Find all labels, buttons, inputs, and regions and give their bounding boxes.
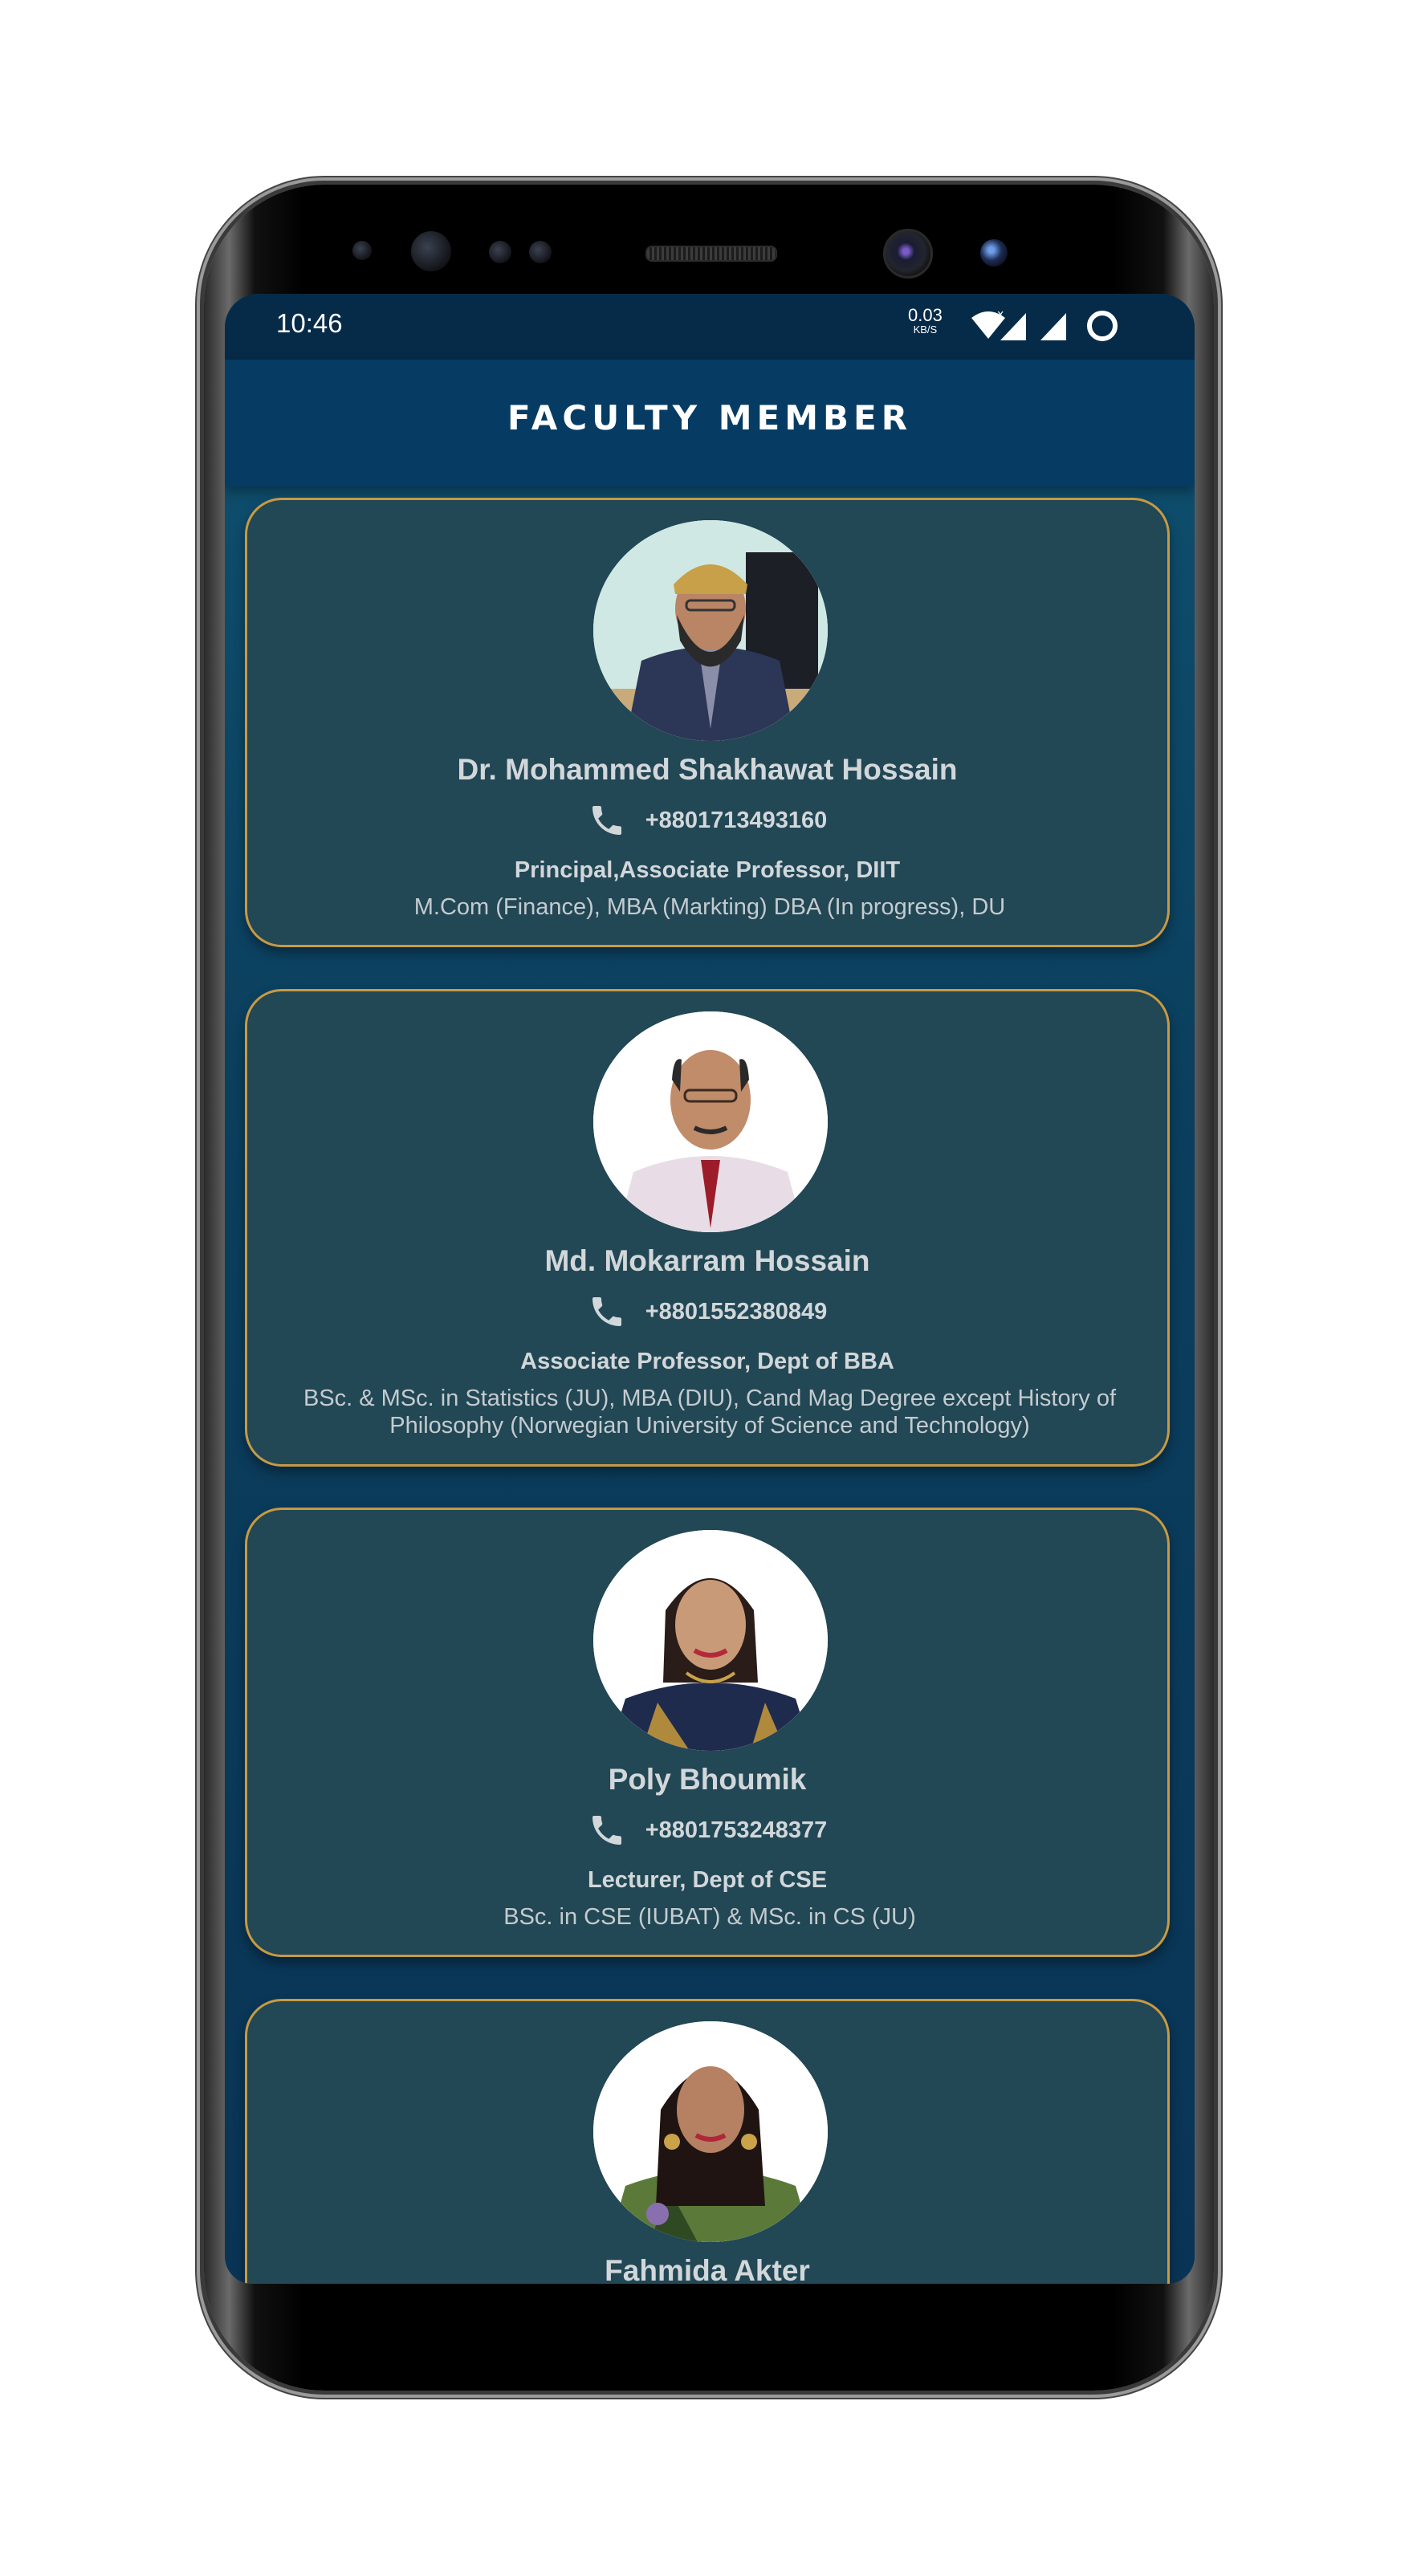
- bottom-bezel: [204, 2286, 1214, 2391]
- faculty-degree: BSc. & MSc. in Statistics (JU), MBA (DIU…: [303, 1386, 1117, 1439]
- phone-number[interactable]: +8801753248377: [645, 1817, 828, 1844]
- app-bar: FACULTY MEMBER: [225, 360, 1195, 486]
- iris-scanner: [411, 231, 451, 271]
- faculty-name: Md. Mokarram Hossain: [544, 1244, 870, 1277]
- avatar: [593, 520, 828, 741]
- phone-icon[interactable]: [588, 1811, 626, 1850]
- light-sensor: [489, 241, 511, 263]
- page-title: FACULTY MEMBER: [507, 398, 913, 437]
- phone-row[interactable]: +8801552380849: [247, 1292, 1167, 1331]
- faculty-card[interactable]: Dr. Mohammed Shakhawat Hossain +88017134…: [245, 498, 1170, 947]
- signal-icon: [1040, 313, 1066, 340]
- loading-ring-icon: [1087, 311, 1118, 341]
- iris-camera: [980, 239, 1008, 267]
- proximity-sensor: [352, 241, 372, 260]
- faculty-name: Poly Bhoumik: [608, 1763, 807, 1796]
- status-time: 10:46: [276, 308, 343, 338]
- network-speed-value: 0.03: [908, 305, 943, 325]
- network-speed: 0.03 KB/S: [908, 307, 943, 336]
- network-speed-unit: KB/S: [913, 324, 938, 336]
- screen: 10:46 0.03 KB/S x FACULTY MEMBER Dr. Moh…: [225, 294, 1195, 2284]
- phone-icon[interactable]: [588, 801, 626, 840]
- status-bar: 10:46 0.03 KB/S x: [225, 294, 1195, 360]
- faculty-role: Lecturer, Dept of CSE: [587, 1867, 828, 1893]
- faculty-role: Principal,Associate Professor, DIIT: [514, 857, 901, 883]
- phone-number[interactable]: +8801552380849: [645, 1299, 828, 1325]
- light-sensor: [529, 241, 552, 263]
- phone-icon[interactable]: [588, 1292, 626, 1331]
- phone-number[interactable]: +8801713493160: [645, 808, 828, 834]
- faculty-role: Associate Professor, Dept of BBA: [520, 1349, 894, 1374]
- avatar: [593, 2021, 828, 2242]
- top-bezel: [204, 185, 1214, 289]
- faculty-card[interactable]: Poly Bhoumik +8801753248377 Lecturer, De…: [245, 1508, 1170, 1957]
- avatar: [593, 1011, 828, 1232]
- avatar: [593, 1530, 828, 1751]
- signal-icon: [1000, 313, 1026, 340]
- faculty-card[interactable]: Md. Mokarram Hossain +8801552380849 Asso…: [245, 989, 1170, 1467]
- phone-row[interactable]: +8801753248377: [247, 1811, 1167, 1850]
- faculty-degree: M.Com (Finance), MBA (Markting) DBA (In …: [413, 894, 1006, 920]
- faculty-degree: BSc. in CSE (IUBAT) & MSc. in CS (JU): [503, 1904, 916, 1930]
- faculty-name: Dr. Mohammed Shakhawat Hossain: [457, 753, 958, 786]
- earpiece-speaker: [645, 246, 777, 262]
- faculty-name: Fahmida Akter: [605, 2254, 810, 2284]
- phone-frame: 10:46 0.03 KB/S x FACULTY MEMBER Dr. Moh…: [204, 185, 1214, 2391]
- faculty-card[interactable]: Fahmida Akter: [245, 1999, 1170, 2284]
- front-camera: [883, 229, 933, 279]
- faculty-list[interactable]: Dr. Mohammed Shakhawat Hossain +88017134…: [225, 498, 1195, 2284]
- phone-row[interactable]: +8801713493160: [247, 801, 1167, 840]
